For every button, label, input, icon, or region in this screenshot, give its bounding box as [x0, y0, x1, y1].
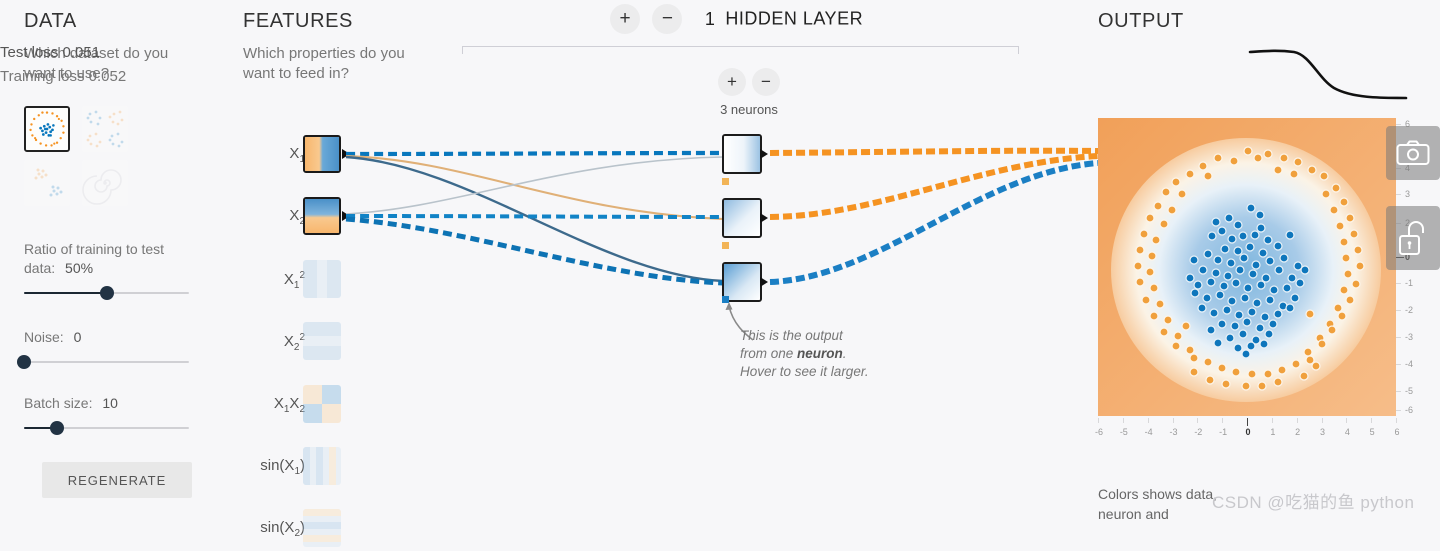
link-h2-out — [769, 153, 1099, 220]
hidden-neuron-1-bias — [722, 178, 729, 185]
link-x2-h2 — [345, 214, 724, 219]
callout-line-1: This is the output — [740, 328, 843, 343]
x-tick-mark — [1172, 418, 1174, 423]
training-loss-label: Training loss 0.052 — [0, 68, 127, 85]
callout-line-2: from one — [740, 346, 794, 361]
camera-widget[interactable] — [1386, 126, 1440, 180]
link-x2-h1 — [345, 156, 724, 215]
hidden-neuron-1-heat-icon — [724, 136, 760, 172]
y-tick-mark — [1396, 283, 1401, 285]
x-tick-mark — [1321, 418, 1323, 423]
hidden-neuron-2-heat-icon — [724, 200, 760, 236]
x-tick-label: 3 — [1319, 427, 1325, 437]
x-tick-mark — [1197, 418, 1199, 423]
x-tick-label: 1 — [1270, 427, 1276, 437]
output-decision-boundary — [1098, 118, 1396, 416]
test-loss-label: Test loss 0.051 — [0, 44, 101, 61]
link-x1-h2 — [345, 154, 724, 221]
x-tick-mark — [1346, 418, 1348, 423]
y-tick-label: -6 — [1405, 405, 1414, 415]
x-tick-mark — [1147, 418, 1149, 423]
y-tick-label: -2 — [1405, 304, 1414, 315]
x-tick-mark — [1122, 418, 1124, 423]
y-tick-mark — [1396, 337, 1401, 339]
x-tick-mark — [1396, 418, 1397, 423]
x-tick-mark — [1371, 418, 1373, 423]
x-tick-label: 4 — [1344, 427, 1350, 437]
x-tick-label: 5 — [1369, 427, 1375, 437]
x-tick-label: -5 — [1119, 427, 1128, 437]
y-tick-mark — [1396, 410, 1401, 411]
x-tick-mark — [1271, 418, 1273, 423]
callout-line-4: to see it larger. — [779, 364, 869, 379]
loss-curve-chart — [1248, 49, 1408, 100]
y-tick-label: -5 — [1405, 385, 1414, 396]
x-tick-mark — [1247, 418, 1248, 426]
link-h1-out — [769, 147, 1099, 156]
lock-widget[interactable] — [1386, 206, 1440, 270]
y-tick-mark — [1396, 193, 1401, 195]
x-tick-label: -1 — [1219, 427, 1228, 437]
x-tick-label: 2 — [1295, 427, 1301, 437]
callout-bold-word: neuron — [797, 346, 843, 361]
y-tick-label: -4 — [1405, 358, 1414, 369]
y-tick-label: -1 — [1405, 278, 1414, 289]
hidden-neuron-3-port — [760, 277, 768, 287]
neuron-callout: This is the output from one neuron. Hove… — [740, 327, 870, 381]
x-tick-label: -6 — [1094, 427, 1103, 437]
hidden-neuron-1-port — [760, 149, 768, 159]
y-tick-label: -3 — [1405, 332, 1414, 343]
y-tick-mark — [1396, 363, 1401, 365]
x-tick-label: 6 — [1394, 427, 1400, 437]
link-x1-h3 — [345, 155, 724, 283]
network-links — [345, 147, 1099, 286]
link-x1-h1 — [345, 150, 724, 157]
camera-icon — [1396, 140, 1430, 165]
output-heatmap[interactable] — [1098, 118, 1396, 416]
output-panel-title: OUTPUT — [1098, 10, 1184, 32]
x-tick-label: -2 — [1194, 427, 1203, 437]
hidden-neuron-2-bias — [722, 242, 729, 249]
x-tick-label: -4 — [1144, 427, 1153, 437]
x-tick-label: -3 — [1169, 427, 1178, 437]
output-x-axis: -6 -5 -4 -3 -2 -1 0 1 2 3 4 5 6 — [1095, 418, 1400, 440]
watermark: CSDN @吃猫的鱼 python — [1212, 493, 1415, 512]
y-tick-label: 3 — [1405, 188, 1411, 199]
x-tick-label: 0 — [1245, 427, 1251, 437]
x-tick-mark — [1296, 418, 1298, 423]
hidden-neuron-3-heat-icon — [724, 264, 760, 300]
hidden-neuron-2[interactable] — [722, 198, 762, 238]
link-h3-out — [769, 160, 1099, 285]
y-tick-mark — [1396, 309, 1401, 311]
x-tick-mark — [1222, 418, 1224, 423]
y-tick-mark — [1396, 390, 1401, 392]
hidden-neuron-2-port — [760, 213, 768, 223]
x-tick-mark — [1098, 418, 1099, 423]
unlock-icon — [1399, 221, 1424, 255]
output-legend-note: Colors shows data, neuron and — [1098, 486, 1218, 522]
hidden-neuron-1[interactable] — [722, 134, 762, 174]
link-x2-h3 — [345, 216, 724, 286]
